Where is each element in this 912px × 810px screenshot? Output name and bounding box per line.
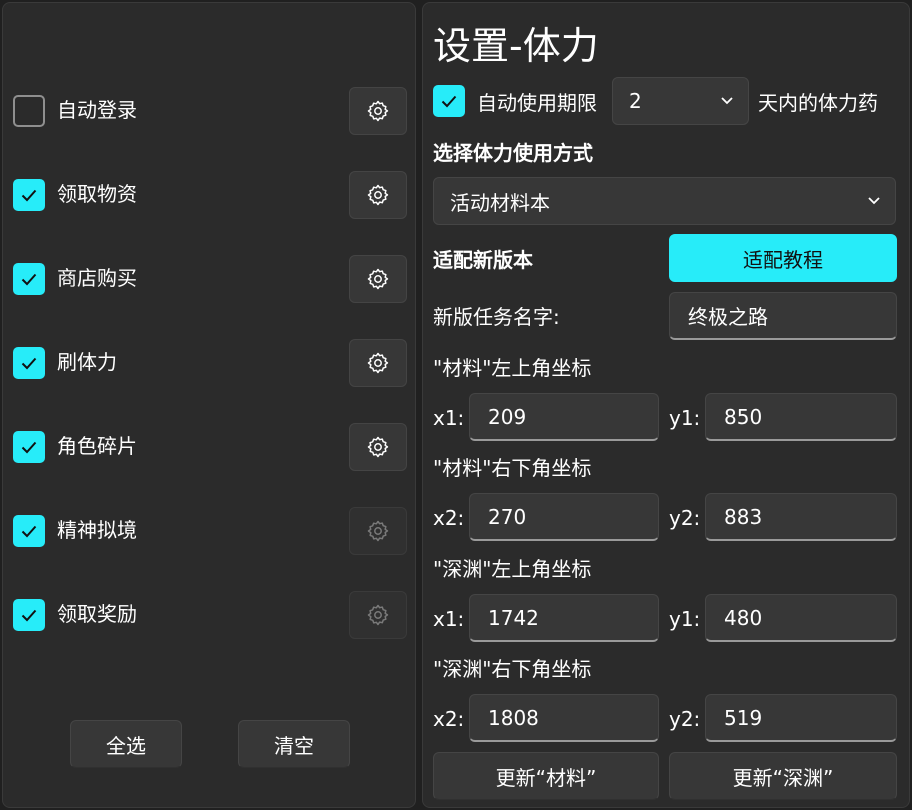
settings-title: 设置-体力 (433, 24, 599, 68)
clear-button[interactable]: 清空 (238, 720, 350, 768)
coord-group-title: "深渊"右下角坐标 (433, 657, 592, 681)
tutorial-button[interactable]: 适配教程 (669, 234, 897, 282)
checkmark-icon (21, 525, 37, 538)
task-label: 领取物资 (57, 182, 137, 206)
coord-group-title: "材料"左上角坐标 (433, 356, 592, 380)
coord-input-y[interactable]: 883 (705, 493, 897, 541)
task-label: 商店购买 (57, 266, 137, 290)
task-label: 角色碎片 (57, 434, 137, 458)
checkmark-icon (441, 95, 457, 108)
update-abyss-button[interactable]: 更新“深渊” (669, 752, 897, 800)
method-heading: 选择体力使用方式 (433, 141, 593, 165)
coord-label-y: y2: (669, 506, 701, 530)
coord-input-y[interactable]: 850 (705, 393, 897, 441)
task-label: 精神拟境 (57, 518, 137, 542)
task-checkbox[interactable] (13, 515, 45, 547)
task-label: 刷体力 (57, 350, 117, 374)
task-row: 商店购买 (3, 255, 417, 303)
task-name-input[interactable]: 终极之路 (669, 292, 897, 340)
coord-input-x[interactable]: 1808 (469, 694, 659, 742)
coord-input-x[interactable]: 1742 (469, 594, 659, 642)
task-name-label: 新版任务名字: (433, 305, 560, 329)
auto-use-label: 自动使用期限 (477, 91, 597, 115)
coord-label-x: x1: (433, 607, 465, 631)
coord-label-y: y1: (669, 406, 701, 430)
coord-label-x: x2: (433, 506, 465, 530)
days-value: 2 (629, 89, 642, 113)
task-label: 自动登录 (57, 98, 137, 122)
auto-use-checkbox[interactable] (433, 85, 465, 117)
days-dropdown[interactable]: 2 (612, 77, 749, 125)
coord-label-y: y2: (669, 707, 701, 731)
adapt-heading: 适配新版本 (433, 248, 533, 272)
gear-icon (367, 268, 389, 290)
checkmark-icon (21, 357, 37, 370)
task-settings-button[interactable] (349, 87, 407, 135)
coord-label-y: y1: (669, 607, 701, 631)
gear-icon (367, 100, 389, 122)
task-checkbox[interactable] (13, 599, 45, 631)
gear-icon (367, 436, 389, 458)
task-row: 领取物资 (3, 171, 417, 219)
coord-input-y[interactable]: 480 (705, 594, 897, 642)
coord-input-x[interactable]: 209 (469, 393, 659, 441)
gear-icon (367, 520, 389, 542)
checkmark-icon (21, 609, 37, 622)
checkmark-icon (21, 441, 37, 454)
gear-icon (367, 184, 389, 206)
task-settings-button[interactable] (349, 507, 407, 555)
update-material-button[interactable]: 更新“材料” (433, 752, 659, 800)
task-row: 自动登录 (3, 87, 417, 135)
checkmark-icon (21, 189, 37, 202)
settings-panel: 设置-体力 自动使用期限 2 天内的体力药 选择体力使用方式 活动材料本 适配新… (422, 2, 910, 808)
task-settings-button[interactable] (349, 591, 407, 639)
coord-label-x: x2: (433, 707, 465, 731)
task-list-panel: 自动登录领取物资商店购买刷体力角色碎片精神拟境领取奖励 全选 清空 (2, 2, 416, 808)
task-settings-button[interactable] (349, 255, 407, 303)
task-checkbox[interactable] (13, 179, 45, 211)
task-label: 领取奖励 (57, 602, 137, 626)
task-row: 领取奖励 (3, 591, 417, 639)
task-checkbox[interactable] (13, 263, 45, 295)
task-settings-button[interactable] (349, 339, 407, 387)
coord-group-title: "材料"右下角坐标 (433, 456, 592, 480)
task-checkbox[interactable] (13, 347, 45, 379)
method-dropdown[interactable]: 活动材料本 (433, 177, 896, 225)
task-row: 刷体力 (3, 339, 417, 387)
coord-group-title: "深渊"左上角坐标 (433, 557, 592, 581)
chevron-down-icon (721, 97, 733, 105)
coord-input-y[interactable]: 519 (705, 694, 897, 742)
task-checkbox[interactable] (13, 95, 45, 127)
gear-icon (367, 352, 389, 374)
task-settings-button[interactable] (349, 423, 407, 471)
days-suffix: 天内的体力药 (758, 91, 878, 115)
coord-label-x: x1: (433, 406, 465, 430)
task-row: 角色碎片 (3, 423, 417, 471)
checkmark-icon (21, 273, 37, 286)
gear-icon (367, 604, 389, 626)
select-all-button[interactable]: 全选 (70, 720, 182, 768)
task-settings-button[interactable] (349, 171, 407, 219)
method-value: 活动材料本 (450, 190, 550, 215)
task-row: 精神拟境 (3, 507, 417, 555)
chevron-down-icon (868, 197, 880, 205)
coord-input-x[interactable]: 270 (469, 493, 659, 541)
task-checkbox[interactable] (13, 431, 45, 463)
